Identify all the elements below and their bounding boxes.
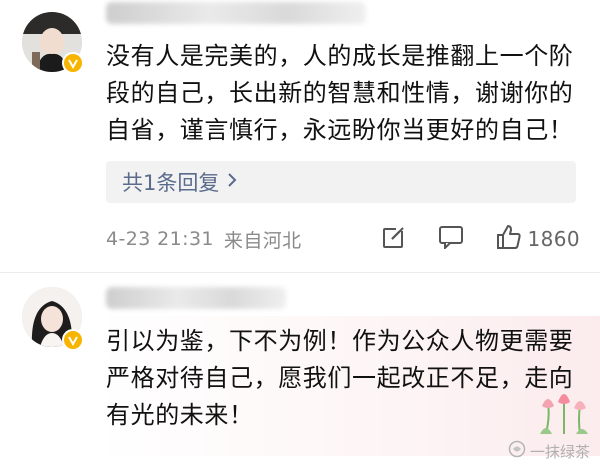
comment-icon [438, 225, 464, 254]
comment-text: 引以为鉴，下不为例！作为公众人物更需要严格对待自己，愿我们一起改正不足，走向有光… [106, 327, 574, 429]
view-replies-button[interactable]: 共1条回复 [106, 161, 576, 203]
share-button[interactable] [382, 224, 406, 254]
comment-button[interactable] [438, 225, 464, 254]
comment-actions: 1860 [350, 224, 581, 255]
like-count: 1860 [527, 227, 580, 251]
comment-item: 没有人是完美的，人的成长是推翻上一个阶段的自己，长出新的智慧和性情，谢谢你的自省… [0, 0, 600, 272]
comment-meta: 4-23 21:31 来自河北 1860 [106, 219, 580, 259]
tulip-sticker-icon [536, 386, 592, 440]
username-blurred[interactable] [106, 2, 366, 24]
comment-text: 没有人是完美的，人的成长是推翻上一个阶段的自己，长出新的智慧和性情，谢谢你的自省… [106, 42, 574, 144]
share-icon [382, 224, 406, 254]
watermark-text: 一抹绿茶 [529, 442, 590, 461]
verified-badge-icon [62, 329, 84, 351]
comment-location: 来自河北 [223, 229, 302, 252]
like-icon [496, 224, 522, 255]
replies-label: 共1条回复 [122, 171, 220, 195]
watermark-logo-icon [508, 440, 526, 462]
chevron-right-icon [227, 172, 237, 192]
username-blurred[interactable] [106, 287, 286, 309]
watermark: 一抹绿茶 [508, 440, 590, 462]
like-button[interactable]: 1860 [496, 224, 581, 255]
verified-badge-icon [62, 52, 84, 74]
comment-time: 4-23 21:31 [106, 228, 214, 250]
